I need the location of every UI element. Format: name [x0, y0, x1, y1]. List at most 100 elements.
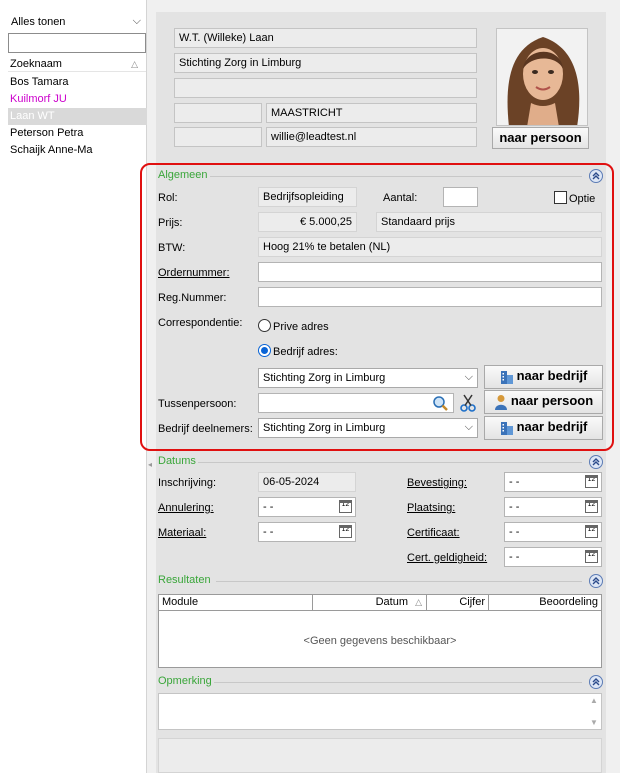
filter-dropdown[interactable]: Alles tonen ⌵	[6, 12, 146, 32]
column-header-cijfer[interactable]: Cijfer	[427, 595, 489, 611]
section-divider	[198, 462, 582, 463]
column-header-label: Zoeknaam	[10, 58, 62, 70]
collapse-up-icon[interactable]	[589, 574, 603, 588]
section-title-algemeen: Algemeen	[158, 169, 208, 181]
empty-state-text: <Geen gegevens beschikbaar>	[303, 635, 457, 647]
aantal-label: Aantal:	[383, 192, 418, 204]
list-item[interactable]: Peterson Petra	[8, 125, 147, 142]
annulering-value: - -	[263, 501, 274, 513]
naar-bedrijf-button[interactable]: naar bedrijf	[484, 365, 603, 389]
optie-label: Optie	[569, 193, 596, 205]
materiaal-date-input[interactable]: - - 12	[258, 522, 356, 542]
list-item-label: Bos Tamara	[10, 76, 69, 88]
ordernummer-label: Ordernummer:	[158, 267, 230, 279]
scissors-icon[interactable]	[459, 394, 477, 412]
ordernummer-input[interactable]	[258, 262, 602, 282]
bedrijf-deelnemers-dropdown[interactable]: Stichting Zorg in Limburg ⌵	[258, 418, 478, 438]
scroll-up-icon[interactable]: ▲	[589, 696, 599, 705]
collapse-up-icon[interactable]	[589, 675, 603, 689]
panel-splitter-handle[interactable]: ◂	[148, 460, 156, 474]
section-divider	[214, 682, 582, 683]
naar-bedrijf-label: naar bedrijf	[516, 368, 588, 383]
column-header-datum[interactable]: Datum △	[313, 595, 427, 611]
plaatsing-value: - -	[509, 501, 520, 513]
person-photo-image	[497, 29, 587, 125]
person-postcode-field	[174, 103, 262, 123]
calendar-icon[interactable]: 12	[585, 500, 598, 513]
section-title-opmerking: Opmerking	[158, 675, 212, 687]
collapse-up-icon[interactable]	[589, 169, 603, 183]
sort-asc-icon: △	[131, 59, 138, 69]
person-phone-field	[174, 127, 262, 147]
btw-label: BTW:	[158, 242, 186, 254]
cert-geldigheid-value: - -	[509, 551, 520, 563]
plaatsing-date-input[interactable]: - - 12	[504, 497, 602, 517]
results-table: Module Datum △ Cijfer Beoordeling <Geen …	[158, 594, 602, 668]
chevron-down-icon: ⌵	[464, 421, 473, 433]
prijs-type-field: Standaard prijs	[376, 212, 602, 232]
section-title-datums: Datums	[158, 455, 196, 467]
column-header-zoeknaam[interactable]: Zoeknaam △	[8, 56, 146, 72]
bevestiging-label: Bevestiging:	[407, 477, 467, 489]
calendar-icon[interactable]: 12	[585, 525, 598, 538]
naar-bedrijf-deelnemers-button[interactable]: naar bedrijf	[484, 416, 603, 440]
search-input[interactable]	[8, 33, 146, 53]
section-divider	[216, 581, 582, 582]
column-header-beoordeling[interactable]: Beoordeling	[489, 595, 601, 611]
naar-persoon-label: naar persoon	[510, 393, 594, 408]
list-item-selected[interactable]: Laan WT	[8, 108, 147, 125]
scroll-down-icon[interactable]: ▼	[589, 718, 599, 727]
prijs-field: € 5.000,25	[258, 212, 357, 232]
collapse-up-icon[interactable]	[589, 455, 603, 469]
list-item[interactable]: Kuilmorf JU	[8, 91, 147, 108]
to-person-button[interactable]: naar persoon	[492, 127, 589, 149]
company-icon	[500, 370, 513, 384]
tussenpersoon-input[interactable]	[258, 393, 454, 413]
bedrijf-adres-dropdown[interactable]: Stichting Zorg in Limburg ⌵	[258, 368, 478, 388]
search-icon[interactable]	[432, 395, 450, 411]
calendar-icon[interactable]: 12	[585, 550, 598, 563]
correspondentie-label: Correspondentie:	[158, 317, 243, 329]
record-list-panel: Alles tonen ⌵ Zoeknaam △ Bos Tamara Kuil…	[0, 0, 147, 773]
filter-dropdown-value: Alles tonen	[11, 16, 66, 28]
person-city-field: MAASTRICHT	[266, 103, 477, 123]
person-name-field: W.T. (Willeke) Laan	[174, 28, 477, 48]
column-header-module[interactable]: Module	[159, 595, 313, 611]
certificaat-label: Certificaat:	[407, 527, 460, 539]
regnummer-label: Reg.Nummer:	[158, 292, 227, 304]
naar-persoon-button[interactable]: naar persoon	[484, 390, 603, 414]
sort-asc-icon: △	[415, 597, 422, 607]
person-email-field: willie@leadtest.nl	[266, 127, 477, 147]
chevron-down-icon: ⌵	[132, 15, 141, 27]
calendar-icon[interactable]: 12	[585, 475, 598, 488]
certificaat-date-input[interactable]: - - 12	[504, 522, 602, 542]
aantal-input[interactable]	[443, 187, 478, 207]
column-header-datum-label: Datum	[375, 596, 408, 608]
list-item-label: Schaijk Anne-Ma	[10, 144, 93, 156]
bedrijf-adres-value: Stichting Zorg in Limburg	[263, 372, 386, 384]
bedrijf-deelnemers-value: Stichting Zorg in Limburg	[263, 422, 386, 434]
calendar-icon[interactable]: 12	[339, 500, 352, 513]
rol-field: Bedrijfsopleiding	[258, 187, 357, 207]
optie-checkbox[interactable]	[554, 191, 567, 204]
section-title-resultaten: Resultaten	[158, 574, 211, 586]
prive-adres-radio[interactable]	[258, 319, 271, 332]
list-item-label: Kuilmorf JU	[10, 93, 67, 105]
materiaal-value: - -	[263, 526, 274, 538]
cert-geldigheid-date-input[interactable]: - - 12	[504, 547, 602, 567]
list-item[interactable]: Bos Tamara	[8, 74, 147, 91]
regnummer-input[interactable]	[258, 287, 602, 307]
tussenpersoon-label: Tussenpersoon:	[158, 398, 237, 410]
annulering-label: Annulering:	[158, 502, 214, 514]
calendar-icon[interactable]: 12	[339, 525, 352, 538]
chevron-down-icon: ⌵	[464, 371, 473, 383]
list-item[interactable]: Schaijk Anne-Ma	[8, 142, 147, 159]
materiaal-label: Materiaal:	[158, 527, 207, 539]
opmerking-textarea[interactable]: ▲ ▼	[158, 693, 602, 730]
person-icon	[494, 394, 507, 410]
bevestiging-date-input[interactable]: - - 12	[504, 472, 602, 492]
certificaat-value: - -	[509, 526, 520, 538]
bedrijf-adres-radio[interactable]	[258, 344, 271, 357]
inschrijving-label: Inschrijving:	[158, 477, 217, 489]
annulering-date-input[interactable]: - - 12	[258, 497, 356, 517]
